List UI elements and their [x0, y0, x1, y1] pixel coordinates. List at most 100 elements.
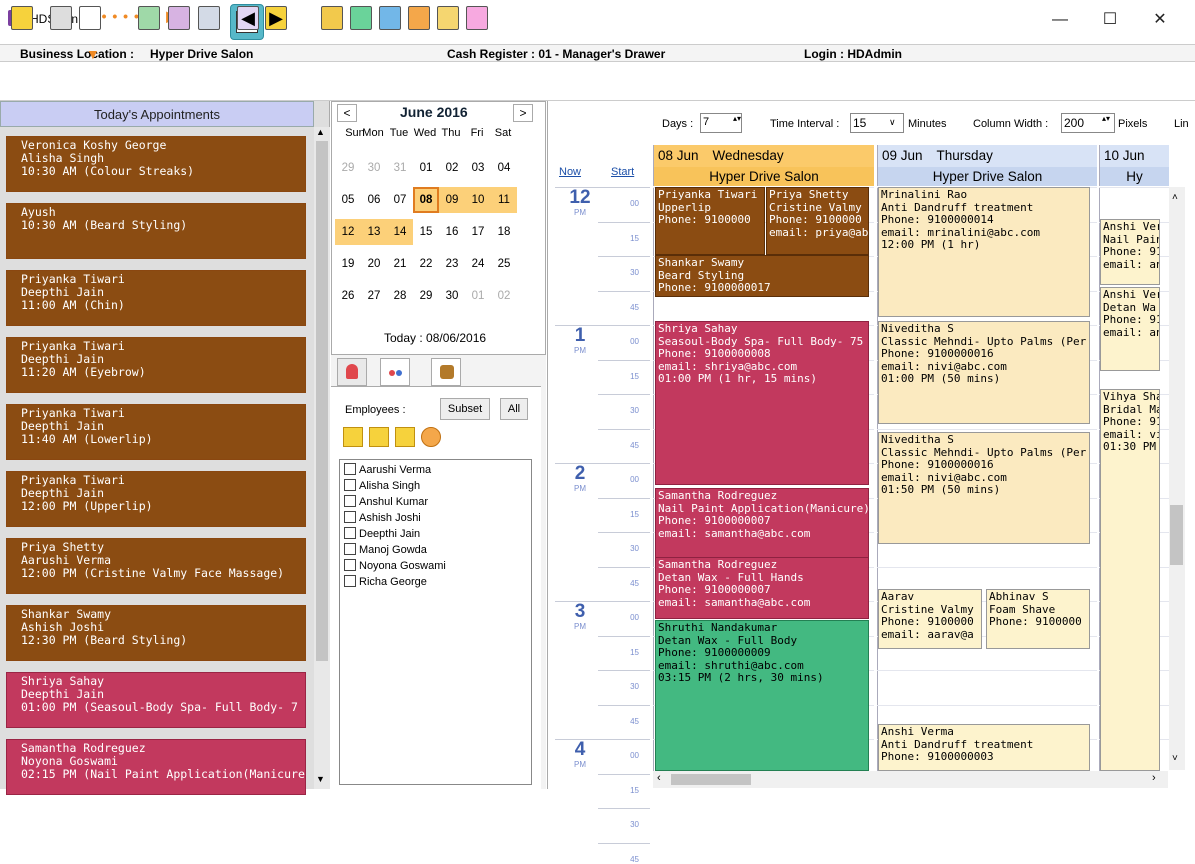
event-block[interactable]: Niveditha S Classic Mehndi- Upto Palms (…: [878, 321, 1090, 424]
calendar-day[interactable]: 27: [361, 283, 387, 309]
search-icon[interactable]: [421, 427, 441, 447]
calendar-day[interactable]: 28: [387, 283, 413, 309]
calendar-10-icon[interactable]: [350, 6, 372, 30]
left-scrollbar[interactable]: [314, 127, 330, 789]
start-link[interactable]: Start: [611, 166, 634, 178]
checkbox-icon[interactable]: [344, 495, 356, 507]
calendar-day[interactable]: 10: [465, 187, 491, 213]
appointment-card[interactable]: Priyanka Tiwari Deepthi Jain 11:00 AM (Chi…: [6, 270, 306, 326]
checkbox-icon[interactable]: [344, 511, 356, 523]
subset-button[interactable]: Subset: [440, 398, 490, 420]
employee-tab-icon[interactable]: [337, 358, 367, 386]
menu-icon[interactable]: [11, 6, 33, 30]
appointment-card[interactable]: Priya Shetty Aarushi Verma 12:00 PM (Crist…: [6, 538, 306, 594]
check-all-icon[interactable]: [343, 427, 363, 447]
appointment-card[interactable]: Priyanka Tiwari Deepthi Jain 11:40 AM (Low…: [6, 404, 306, 460]
invert-selection-icon[interactable]: [395, 427, 415, 447]
key-icon[interactable]: [466, 6, 488, 30]
appointment-card[interactable]: Priyanka Tiwari Deepthi Jain 11:20 AM (Eye…: [6, 337, 306, 393]
calendar-day[interactable]: 30: [439, 283, 465, 309]
appointment-card[interactable]: Shriya Sahay Deepthi Jain 01:00 PM (Seasou…: [6, 672, 306, 728]
scroll-down-icon[interactable]: ▼: [316, 774, 325, 784]
settings-gear-icon[interactable]: [321, 6, 343, 30]
employee-item[interactable]: Noyona Goswami: [344, 559, 446, 572]
scroll-left-icon[interactable]: ‹: [657, 772, 661, 784]
calendar-day[interactable]: 03: [465, 155, 491, 181]
calendar-day[interactable]: 16: [439, 219, 465, 245]
group-tab-icon[interactable]: [431, 358, 461, 386]
calendar-day[interactable]: 04: [491, 155, 517, 181]
calendar-day[interactable]: 02: [491, 283, 517, 309]
event-block[interactable]: Mrinalini Rao Anti Dandruff treatment Ph…: [878, 187, 1090, 317]
appointment-card[interactable]: Veronica Koshy George Alisha Singh 10:30 A…: [6, 136, 306, 192]
appointment-card[interactable]: Priyanka Tiwari Deepthi Jain 12:00 PM (Upp…: [6, 471, 306, 527]
event-block[interactable]: Anshi Veri Detan Wa Phone: 91 email: ans: [1100, 287, 1160, 371]
maximize-button[interactable]: ☐: [1095, 8, 1125, 32]
event-block[interactable]: Shriya Sahay Seasoul-Body Spa- Full Body…: [655, 321, 869, 485]
calendar-day[interactable]: 29: [335, 155, 361, 181]
checkbox-icon[interactable]: [344, 543, 356, 555]
user-icon[interactable]: [379, 6, 401, 30]
friday-view-icon[interactable]: [168, 6, 190, 30]
calendar-day[interactable]: 22: [413, 251, 439, 277]
employee-item[interactable]: Manoj Gowda: [344, 543, 427, 556]
event-block[interactable]: Samantha Rodreguez Detan Wax - Full Hand…: [655, 557, 869, 619]
register-icon[interactable]: [50, 6, 72, 30]
checkbox-icon[interactable]: [344, 479, 356, 491]
scroll-right-icon[interactable]: ›: [1152, 772, 1156, 784]
scroll-down-icon[interactable]: ˅: [1172, 753, 1178, 764]
vertical-scrollbar[interactable]: [1168, 187, 1185, 770]
event-block[interactable]: Samantha Rodreguez Nail Paint Applicatio…: [655, 488, 869, 560]
event-block[interactable]: Vihya Sha Bridal Mak Phone: 91 email: vi…: [1100, 389, 1160, 771]
days-spinner[interactable]: ▴▾: [733, 114, 741, 123]
event-block[interactable]: Shruthi Nandakumar Detan Wax - Full Body…: [655, 620, 869, 771]
event-block[interactable]: Abhinav S Foam Shave Phone: 9100000: [986, 589, 1090, 649]
calendar-day[interactable]: 02: [439, 155, 465, 181]
calendar-day[interactable]: 24: [465, 251, 491, 277]
calendar-day[interactable]: 07: [387, 187, 413, 213]
calendar-day[interactable]: 06: [361, 187, 387, 213]
calendar-day[interactable]: 12: [335, 219, 361, 245]
appointment-card[interactable]: Shankar Swamy Ashish Joshi 12:30 PM (Beard…: [6, 605, 306, 661]
resource-tab-icon[interactable]: [380, 358, 410, 386]
chevron-down-icon[interactable]: ∨: [889, 117, 896, 128]
scroll-up-icon[interactable]: ˄: [1172, 192, 1178, 203]
now-link[interactable]: Now: [559, 166, 581, 178]
calendar-day[interactable]: 20: [361, 251, 387, 277]
calendar-day[interactable]: 23: [439, 251, 465, 277]
close-button[interactable]: ✕: [1145, 8, 1175, 32]
event-block[interactable]: Shankar Swamy Beard Styling Phone: 91000…: [655, 255, 869, 297]
calendar-day[interactable]: 05: [335, 187, 361, 213]
calendar-day[interactable]: 17: [465, 219, 491, 245]
calendar-day[interactable]: 26: [335, 283, 361, 309]
calendar-week-icon[interactable]: [79, 6, 101, 30]
swap-icon[interactable]: [408, 6, 430, 30]
all-button[interactable]: All: [500, 398, 528, 420]
calendar-day[interactable]: 29: [413, 283, 439, 309]
uncheck-all-icon[interactable]: [369, 427, 389, 447]
event-block[interactable]: Anshi Veri Nail Paint Phone: 91 email: a…: [1100, 219, 1160, 285]
calendar-day[interactable]: 08: [413, 187, 439, 213]
event-block[interactable]: Priyanka Tiwari Upperlip Phone: 9100000: [655, 187, 765, 255]
appointment-card[interactable]: Ayush 10:30 AM (Beard Styling): [6, 203, 306, 259]
calendar-day[interactable]: 25: [491, 251, 517, 277]
employee-item[interactable]: Ashish Joshi: [344, 511, 421, 524]
event-block[interactable]: Anshi Verma Anti Dandruff treatment Phon…: [878, 724, 1090, 771]
calendar-day[interactable]: 15: [413, 219, 439, 245]
calendar-day[interactable]: 21: [387, 251, 413, 277]
day-view-icon[interactable]: [138, 6, 160, 30]
edit-icon[interactable]: [437, 6, 459, 30]
minimize-button[interactable]: —: [1045, 8, 1075, 32]
employee-item[interactable]: Deepthi Jain: [344, 527, 420, 540]
checkbox-icon[interactable]: [344, 575, 356, 587]
event-block[interactable]: Niveditha S Classic Mehndi- Upto Palms (…: [878, 432, 1090, 544]
scroll-up-icon[interactable]: ▲: [316, 127, 325, 137]
colwidth-spinner[interactable]: ▴▾: [1102, 114, 1110, 123]
calendar-day[interactable]: 30: [361, 155, 387, 181]
employee-item[interactable]: Anshul Kumar: [344, 495, 428, 508]
next-arrow-icon[interactable]: ▶: [265, 6, 287, 30]
calendar-next-button[interactable]: >: [513, 104, 533, 122]
employee-item[interactable]: Aarushi Verma: [344, 463, 431, 476]
calendar-day[interactable]: 09: [439, 187, 465, 213]
checkbox-icon[interactable]: [344, 559, 356, 571]
